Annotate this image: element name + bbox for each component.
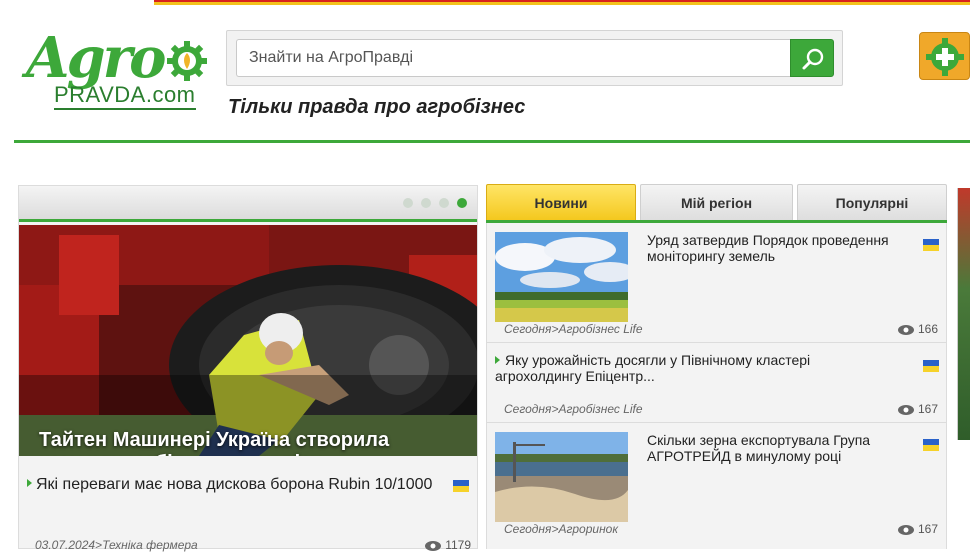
search-bar [226, 30, 843, 86]
slide-news-meta: 03.07.2024>Техніка фермера [35, 538, 198, 552]
eye-icon [897, 405, 914, 415]
slide-news-link[interactable]: Які переваги має нова дискова борона Rub… [27, 473, 447, 497]
gear-plus-icon [926, 38, 964, 76]
side-banner-image[interactable] [957, 188, 970, 440]
logo-gear-icon [167, 41, 207, 81]
logo-text: Agro [26, 25, 166, 91]
logo-subtext: PRAVDA.com [54, 82, 196, 110]
header-divider [14, 140, 970, 143]
slide-caption[interactable]: Тайтен Машинері Україна створила команду… [39, 429, 469, 456]
bullet-arrow-icon [495, 356, 500, 364]
slider-header [19, 186, 477, 222]
search-button[interactable] [790, 39, 834, 77]
tab-my-region[interactable]: Мій регіон [640, 184, 793, 221]
site-tagline: Тільки правда про агробізнес [228, 96, 526, 118]
slider-dot[interactable] [439, 198, 449, 208]
news-title[interactable]: Уряд затвердив Порядок проведення моніто… [647, 232, 917, 264]
site-logo[interactable]: Agro PRAVDA.com [26, 28, 210, 112]
field-sky-image [495, 232, 628, 322]
news-title[interactable]: Яку урожайність досягли у Північному кла… [495, 352, 895, 384]
slide-news-views: 1179 [425, 538, 471, 552]
eye-icon [425, 541, 442, 551]
slide-news-title[interactable]: Які переваги має нова дискова борона Rub… [36, 476, 432, 493]
news-title[interactable]: Скільки зерна експортувала Група АГРОТРЕ… [647, 432, 917, 464]
grain-barge-image [495, 432, 628, 522]
ukraine-flag-icon [453, 480, 469, 492]
slider-dot-active[interactable] [457, 198, 467, 208]
slider-dot[interactable] [403, 198, 413, 208]
slider-dot[interactable] [421, 198, 431, 208]
news-thumbnail[interactable] [495, 432, 628, 522]
search-input[interactable] [236, 39, 792, 77]
eye-icon [897, 525, 914, 535]
news-meta: Сегодня>Агроринок [504, 522, 619, 536]
news-list: Уряд затвердив Порядок проведення моніто… [486, 223, 947, 549]
ukraine-flag-icon [923, 439, 939, 451]
news-item[interactable]: Скільки зерна експортувала Група АГРОТРЕ… [487, 423, 946, 549]
slide-image[interactable]: Тайтен Машинері Україна створила команду… [19, 225, 477, 456]
slider-dots [403, 198, 467, 208]
ukraine-flag-icon [923, 239, 939, 251]
eye-icon [897, 325, 914, 335]
ukraine-flag-icon [923, 360, 939, 372]
top-color-strip [154, 0, 970, 5]
tab-popular[interactable]: Популярні [797, 184, 947, 221]
news-tabs: Новини Мій регіон Популярні [486, 184, 947, 222]
news-meta: Сегодня>Агробізнес Life [504, 402, 643, 416]
search-icon [802, 48, 824, 70]
news-views: 166 [897, 322, 938, 336]
bullet-arrow-icon [27, 479, 32, 487]
tab-news[interactable]: Новини [486, 184, 636, 221]
add-button[interactable] [919, 32, 970, 80]
news-item[interactable]: Яку урожайність досягли у Північному кла… [487, 343, 946, 423]
news-meta: Сегодня>Агробізнес Life [504, 322, 643, 336]
featured-slider: Тайтен Машинері Україна створила команду… [18, 185, 478, 552]
news-views: 167 [897, 522, 938, 536]
tractor-worker-image [19, 225, 477, 456]
news-views: 167 [897, 402, 938, 416]
news-item[interactable]: Уряд затвердив Порядок проведення моніто… [487, 223, 946, 343]
news-thumbnail[interactable] [495, 232, 628, 322]
